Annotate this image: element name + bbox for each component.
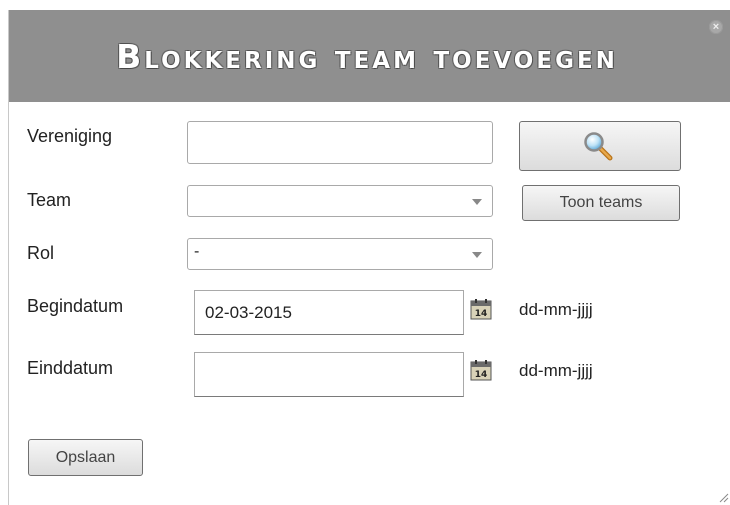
vereniging-label: Vereniging [27, 126, 113, 146]
resize-handle-icon[interactable] [717, 491, 729, 503]
begindatum-label: Begindatum [27, 296, 124, 316]
einddatum-format-hint: dd-mm-jjjj [519, 361, 593, 380]
team-select[interactable] [187, 185, 493, 217]
dialog-title: Blokkering team toevoegen [116, 36, 618, 76]
svg-text:14: 14 [475, 309, 488, 319]
team-label: Team [27, 190, 72, 210]
begindatum-input[interactable]: 02-03-2015 [194, 290, 464, 335]
rol-select[interactable]: - [187, 238, 493, 270]
chevron-down-icon [472, 252, 482, 258]
begindatum-format-hint: dd-mm-jjjj [519, 300, 593, 319]
svg-text:14: 14 [475, 370, 488, 380]
dialog-header: Blokkering team toevoegen × [9, 10, 730, 102]
toon-teams-button[interactable]: Toon teams [522, 185, 680, 221]
search-button[interactable] [519, 121, 681, 171]
calendar-icon[interactable]: 14 [470, 359, 492, 381]
chevron-down-icon [472, 199, 482, 205]
begindatum-value: 02-03-2015 [205, 303, 292, 322]
einddatum-label: Einddatum [27, 358, 114, 378]
opslaan-button[interactable]: Opslaan [28, 439, 143, 476]
rol-label: Rol [27, 243, 55, 263]
vereniging-input[interactable] [187, 121, 493, 164]
calendar-icon[interactable]: 14 [470, 298, 492, 320]
einddatum-input[interactable] [194, 352, 464, 397]
magnifier-icon [584, 132, 613, 161]
dialog: Blokkering team toevoegen × Vereniging T… [8, 10, 730, 505]
rol-select-value: - [194, 243, 200, 260]
close-icon[interactable]: × [709, 20, 723, 34]
